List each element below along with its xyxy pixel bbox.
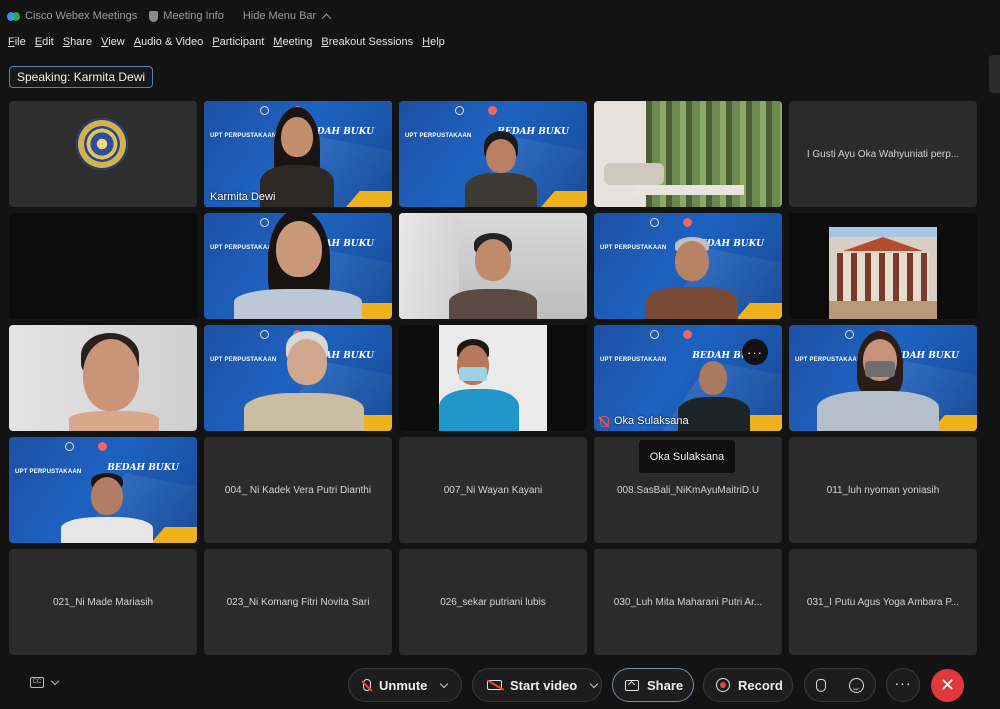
video-tile-participant-11[interactable] [9, 325, 197, 431]
video-tile-participant-12[interactable]: UPT PERPUSTAKAAN BEDAH BUKU [204, 325, 392, 431]
video-tile-participant-10[interactable] [789, 213, 977, 319]
video-tile-participant-23[interactable]: 026_sekar putriani lubis [399, 549, 587, 655]
participant-video [232, 213, 364, 319]
participant-name: 021_Ni Made Mariasih [52, 596, 154, 608]
share-button[interactable]: Share [612, 668, 694, 702]
title-bar: Cisco Webex Meetings Meeting Info Hide M… [0, 0, 1000, 32]
reactions-group [804, 668, 876, 702]
video-tile-participant-5[interactable]: I Gusti Ayu Oka Wahyuniati perp... [789, 101, 977, 207]
video-tile-karmita-dewi[interactable]: UPT PERPUSTAKAAN BEDAH BUKU Karmita Dewi [204, 101, 392, 207]
menu-meeting[interactable]: Meeting [273, 36, 312, 48]
participant-video [57, 473, 157, 543]
menu-help[interactable]: Help [422, 36, 445, 48]
menu-bar: File Edit Share View Audio & Video Parti… [0, 33, 446, 51]
participant-tooltip: Oka Sulaksana [638, 439, 736, 474]
video-tile-participant-4[interactable] [594, 101, 782, 207]
participant-video [439, 339, 519, 431]
participant-name: 023_Ni Komang Fitri Novita Sari [226, 596, 370, 608]
more-options-button[interactable]: ··· [742, 339, 768, 365]
side-panel-handle[interactable] [989, 55, 1000, 93]
menu-audio-video[interactable]: Audio & Video [134, 36, 204, 48]
participant-name: I Gusti Ayu Oka Wahyuniati perp... [806, 148, 960, 160]
participant-name: 026_sekar putriani lubis [440, 596, 546, 608]
video-tile-participant-16[interactable]: UPT PERPUSTAKAAN BEDAH BUKU [9, 437, 197, 543]
muted-mic-icon [363, 679, 371, 691]
unmute-button[interactable]: Unmute [348, 668, 462, 702]
muted-mic-icon [600, 415, 609, 427]
close-icon: ✕ [939, 675, 956, 695]
video-tile-participant-8[interactable] [399, 213, 587, 319]
video-tile-oka-sulaksana[interactable]: UPT PERPUSTAKAAN BEDAH BUKU ··· Oka Sula… [594, 325, 782, 431]
video-tile-participant-15[interactable]: UPT PERPUSTAKAAN BEDAH BUKU [789, 325, 977, 431]
end-meeting-button[interactable]: ✕ [931, 669, 964, 702]
participant-video [244, 331, 364, 431]
menu-view[interactable]: View [101, 36, 125, 48]
shield-icon [149, 10, 159, 22]
raise-hand-icon[interactable] [816, 678, 827, 692]
speaking-indicator: Speaking: Karmita Dewi [9, 66, 154, 88]
share-label: Share [647, 677, 684, 693]
video-tile-participant-3[interactable]: UPT PERPUSTAKAAN BEDAH BUKU [399, 101, 587, 207]
university-emblem-icon [76, 118, 128, 170]
participant-caption: Karmita Dewi [210, 191, 276, 203]
participant-video [59, 325, 169, 431]
participant-caption: Oka Sulaksana [600, 415, 689, 427]
audio-options-chevron-icon[interactable] [440, 679, 449, 688]
participant-video [813, 331, 943, 431]
video-tile-participant-21[interactable]: 021_Ni Made Mariasih [9, 549, 197, 655]
background-logo-text: UPT PERPUSTAKAAN [600, 357, 667, 363]
participant-name: 031_I Putu Agus Yoga Ambara P... [806, 596, 960, 608]
participant-video [443, 233, 543, 319]
video-tile-participant-25[interactable]: 031_I Putu Agus Yoga Ambara P... [789, 549, 977, 655]
video-grid: UPT PERPUSTAKAAN BEDAH BUKU Karmita Dewi… [9, 101, 977, 656]
background-event-text: BEDAH BUKU [107, 463, 179, 473]
menu-file[interactable]: File [8, 36, 26, 48]
unmute-label: Unmute [379, 677, 428, 693]
record-label: Record [738, 677, 783, 693]
video-options-chevron-icon[interactable] [589, 679, 599, 688]
participant-video [642, 237, 742, 319]
captions-button[interactable]: CC [30, 676, 60, 688]
video-tile-participant-18[interactable]: 007_Ni Wayan Kayani [399, 437, 587, 543]
meeting-info-button[interactable]: Meeting Info [163, 10, 224, 22]
start-video-button[interactable]: Start video [472, 668, 602, 702]
closed-captions-icon: CC [30, 677, 44, 688]
video-tile-participant-13[interactable] [399, 325, 587, 431]
video-tile-participant-17[interactable]: 004_ Ni Kadek Vera Putri Dianthi [204, 437, 392, 543]
participant-name: 030_Luh Mita Maharani Putri Ar... [613, 596, 763, 608]
participant-name: 007_Ni Wayan Kayani [443, 484, 543, 496]
record-icon [716, 678, 730, 692]
menu-participant[interactable]: Participant [212, 36, 264, 48]
record-button[interactable]: Record [703, 668, 793, 702]
menu-breakout-sessions[interactable]: Breakout Sessions [321, 36, 413, 48]
start-video-label: Start video [510, 677, 578, 693]
participant-video [461, 131, 541, 207]
participant-caption-text: Oka Sulaksana [614, 415, 689, 427]
video-tile-participant-22[interactable]: 023_Ni Komang Fitri Novita Sari [204, 549, 392, 655]
chevron-down-icon[interactable] [50, 676, 60, 686]
chevron-up-icon[interactable] [321, 13, 332, 23]
video-tile-participant-7[interactable]: UPT PERPUSTAKAAN BEDAH BUKU [204, 213, 392, 319]
video-tile-participant-20[interactable]: 011_luh nyoman yoniasih [789, 437, 977, 543]
reactions-icon[interactable] [848, 677, 864, 693]
participant-name: 011_luh nyoman yoniasih [826, 484, 940, 496]
participant-name: 004_ Ni Kadek Vera Putri Dianthi [224, 484, 372, 496]
video-tile-participant-6[interactable] [9, 213, 197, 319]
menu-share[interactable]: Share [63, 36, 92, 48]
video-tile-participant-24[interactable]: 030_Luh Mita Maharani Putri Ar... [594, 549, 782, 655]
share-screen-icon [625, 679, 639, 691]
video-tile-participant-9[interactable]: UPT PERPUSTAKAAN BEDAH BUKU [594, 213, 782, 319]
more-dots-icon: ··· [894, 675, 912, 691]
menu-edit[interactable]: Edit [35, 36, 54, 48]
hide-menu-bar-button[interactable]: Hide Menu Bar [243, 10, 316, 22]
video-off-icon [487, 680, 502, 690]
more-options-toolbar-button[interactable]: ··· [886, 668, 920, 702]
webex-logo-icon [7, 11, 20, 22]
video-tile-logo[interactable] [9, 101, 197, 207]
app-title: Cisco Webex Meetings [25, 10, 138, 22]
meeting-controls-bar: CC Unmute Start video Share Record ··· ✕ [0, 662, 1000, 709]
